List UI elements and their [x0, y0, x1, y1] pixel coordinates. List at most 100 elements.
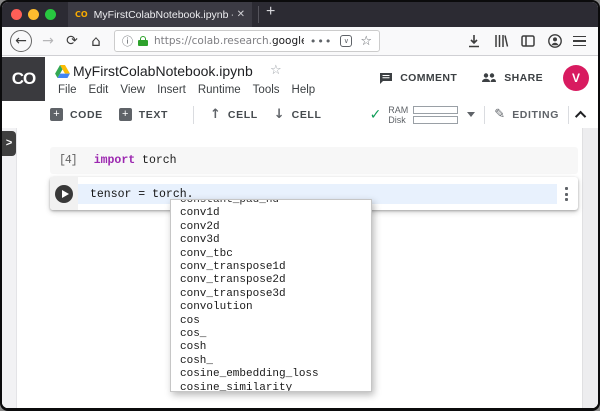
autocomplete-list: constant_pad_nd conv1d conv2d conv3d con… [171, 200, 371, 391]
disk-label: Disk [388, 114, 406, 125]
add-code-button[interactable]: CODE [70, 109, 103, 121]
run-cell-button[interactable] [55, 185, 73, 203]
close-window-button[interactable] [11, 9, 22, 20]
page-actions-icon[interactable]: ••• [310, 35, 332, 48]
share-button[interactable]: SHARE [481, 72, 543, 84]
url-prefix: https://colab.research. [154, 35, 272, 47]
navigation-bar: ← → ⟳ ⌂ ⓘ https://colab.research.google.… [2, 27, 598, 56]
resource-bars[interactable] [413, 105, 459, 124]
cell1-code-rest: torch [135, 154, 177, 167]
autocomplete-item[interactable]: cos [171, 315, 371, 328]
add-text-button[interactable]: TEXT [139, 109, 168, 121]
colab-logo[interactable]: CO [2, 57, 45, 101]
autocomplete-dropdown[interactable]: constant_pad_nd conv1d conv2d conv3d con… [170, 199, 372, 392]
autocomplete-item[interactable]: convolution [171, 301, 371, 314]
add-text-icon: + [118, 108, 132, 121]
google-drive-icon [55, 65, 70, 83]
menu-bar: File Edit View Insert Runtime Tools Help [58, 84, 315, 96]
ram-bar [413, 105, 459, 114]
browser-tab[interactable]: CO MyFirstColabNotebook.ipynb - ✕ [68, 2, 252, 27]
menu-help[interactable]: Help [292, 84, 316, 96]
url-text[interactable]: https://colab.research.google.com/d [154, 35, 304, 47]
execution-count: [4] [59, 154, 78, 167]
menu-insert[interactable]: Insert [157, 84, 186, 96]
autocomplete-item[interactable]: conv_transpose2d [171, 274, 371, 287]
ram-label: RAM [388, 104, 409, 115]
autocomplete-item[interactable]: conv1d [171, 207, 371, 220]
autocomplete-item[interactable]: conv_transpose3d [171, 288, 371, 301]
share-label: SHARE [504, 72, 543, 84]
autocomplete-item[interactable]: conv2d [171, 221, 371, 234]
menu-view[interactable]: View [120, 84, 145, 96]
lock-icon[interactable] [138, 36, 148, 46]
resources-dropdown-icon[interactable] [467, 112, 476, 117]
star-notebook-icon[interactable]: ☆ [270, 63, 282, 78]
cell1-code[interactable]: import torch [94, 154, 177, 167]
autocomplete-item[interactable]: cos_ [171, 328, 371, 341]
cell-options-icon[interactable] [563, 185, 570, 203]
colab-header: CO MyFirstColabNotebook.ipynb ☆ File Edi… [2, 57, 598, 101]
site-info-icon[interactable]: ⓘ [122, 33, 133, 49]
cell-up-icon: ↑ [210, 107, 221, 122]
autocomplete-item[interactable]: cosh [171, 341, 371, 354]
move-cell-down-button[interactable]: CELL [292, 109, 322, 121]
minimize-window-button[interactable] [28, 9, 39, 20]
tab-close-icon[interactable]: ✕ [237, 9, 245, 20]
disk-bar [413, 115, 459, 124]
browser-window: CO MyFirstColabNotebook.ipynb - ✕ + ← → … [0, 0, 600, 411]
reload-button[interactable]: ⟳ [60, 29, 84, 53]
add-code-icon: + [50, 108, 63, 121]
connected-check-icon: ✓ [369, 106, 382, 123]
collapse-header-icon[interactable] [574, 110, 587, 122]
url-domain: google.com [271, 35, 304, 47]
autocomplete-item[interactable]: cosine_similarity [171, 382, 371, 391]
menu-file[interactable]: File [58, 84, 77, 96]
menu-icon[interactable] [573, 35, 586, 47]
notebook-content: > [4] import torch tensor = torch. const… [2, 128, 598, 408]
notebook-toolbar: + CODE + TEXT ↑ CELL ↓ CELL ✓ RAM Disk ✎… [2, 101, 598, 128]
play-icon [61, 190, 69, 198]
downloads-icon[interactable] [466, 33, 482, 49]
pocket-icon[interactable]: ∨ [340, 35, 353, 47]
library-icon[interactable] [493, 33, 509, 49]
menu-tools[interactable]: Tools [253, 84, 280, 96]
forward-button[interactable]: → [36, 29, 60, 53]
title-bar: CO MyFirstColabNotebook.ipynb - ✕ + [2, 2, 598, 27]
open-sidebar-button[interactable]: > [2, 131, 16, 156]
colab-favicon-icon: CO [75, 10, 88, 19]
keyword-import: import [93, 154, 136, 167]
url-bar[interactable]: ⓘ https://colab.research.google.com/d ••… [114, 30, 380, 52]
bookmark-star-icon[interactable]: ☆ [360, 34, 372, 49]
tab-separator [258, 6, 259, 23]
comment-icon [380, 72, 393, 84]
pencil-icon: ✎ [494, 107, 506, 122]
new-tab-button[interactable]: + [266, 3, 275, 21]
autocomplete-item[interactable]: conv_transpose1d [171, 261, 371, 274]
back-button[interactable]: ← [10, 30, 32, 52]
share-icon [482, 73, 497, 82]
notebook-title[interactable]: MyFirstColabNotebook.ipynb [73, 63, 253, 79]
comment-button[interactable]: COMMENT [379, 72, 457, 85]
autocomplete-item-clipped[interactable]: constant_pad_nd [171, 200, 371, 207]
zoom-window-button[interactable] [45, 9, 56, 20]
traffic-lights [11, 9, 56, 20]
autocomplete-item[interactable]: cosine_embedding_loss [171, 368, 371, 381]
autocomplete-item[interactable]: cosh_ [171, 355, 371, 368]
cell-down-icon: ↓ [273, 107, 285, 122]
code-cell-executed[interactable]: [4] import torch [50, 147, 578, 174]
avatar[interactable]: V [563, 65, 589, 91]
sidebar-toggle-icon[interactable] [520, 33, 536, 49]
menu-edit[interactable]: Edit [89, 84, 109, 96]
autocomplete-item[interactable]: conv_tbc [171, 248, 371, 261]
menu-runtime[interactable]: Runtime [198, 84, 241, 96]
autocomplete-item[interactable]: conv3d [171, 234, 371, 247]
comment-label: COMMENT [400, 72, 458, 84]
account-icon[interactable] [547, 33, 563, 49]
right-scroll-gutter[interactable] [582, 128, 598, 408]
left-gutter [2, 128, 17, 408]
editing-mode-button[interactable]: EDITING [512, 109, 559, 121]
tab-title: MyFirstColabNotebook.ipynb - [93, 8, 233, 21]
home-button[interactable]: ⌂ [84, 29, 108, 53]
move-cell-up-button[interactable]: CELL [228, 109, 258, 121]
resource-labels: RAM Disk [388, 105, 408, 125]
